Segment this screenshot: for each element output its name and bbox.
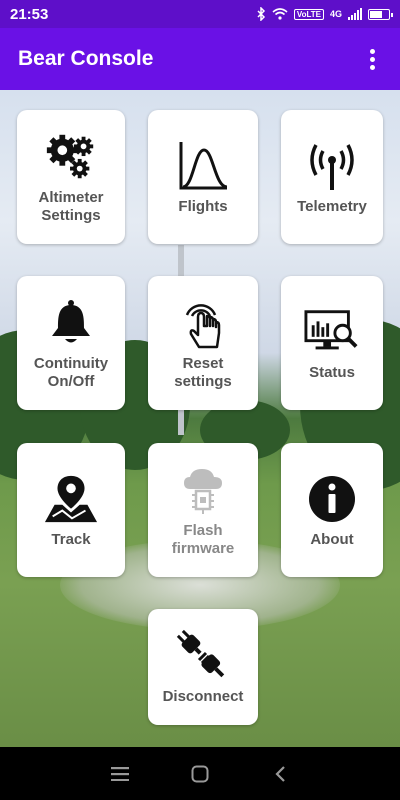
- cloud-chip-icon: [175, 462, 231, 518]
- status-icons: VoLTE 4G: [256, 7, 393, 21]
- signal-icon: [348, 8, 362, 20]
- network-type: 4G: [329, 9, 342, 19]
- telemetry-button[interactable]: Telemetry: [281, 110, 383, 244]
- info-icon: [304, 471, 360, 527]
- flights-button[interactable]: Flights: [148, 110, 258, 244]
- tile-label: Telemetry: [297, 198, 367, 215]
- app-title: Bear Console: [18, 47, 154, 70]
- gears-icon: [43, 129, 99, 185]
- tile-label: Status: [309, 364, 355, 381]
- antenna-icon: [304, 138, 360, 194]
- plug-disconnect-icon: [175, 628, 231, 684]
- tile-label: Altimeter Settings: [38, 189, 104, 224]
- bluetooth-icon: [257, 7, 265, 21]
- tile-label: About: [310, 531, 354, 548]
- more-vertical-icon[interactable]: [362, 44, 382, 74]
- touch-hand-icon: [175, 295, 231, 351]
- about-button[interactable]: About: [281, 443, 383, 577]
- tile-label: Continuity On/Off: [33, 355, 109, 390]
- bell-icon: [43, 295, 99, 351]
- status-bar: 21:53 VoLTE 4G: [0, 0, 400, 28]
- status-button[interactable]: Status: [281, 276, 383, 410]
- volte-badge: VoLTE: [293, 8, 324, 20]
- back-icon[interactable]: [265, 759, 295, 789]
- wifi-icon: [272, 8, 288, 20]
- home-icon[interactable]: [185, 759, 215, 789]
- altimeter-settings-button[interactable]: Altimeter Settings: [17, 110, 125, 244]
- flash-firmware-button[interactable]: Flash firmware: [148, 443, 258, 577]
- map-pin-icon: [43, 471, 99, 527]
- track-button[interactable]: Track: [17, 443, 125, 577]
- system-nav-bar: [0, 747, 400, 800]
- bell-curve-chart-icon: [175, 138, 231, 194]
- continuity-toggle-button[interactable]: Continuity On/Off: [17, 276, 125, 410]
- tile-label: Flash firmware: [171, 522, 235, 557]
- monitor-search-icon: [304, 304, 360, 360]
- app-bar: Bear Console: [0, 28, 400, 90]
- reset-settings-button[interactable]: Reset settings: [148, 276, 258, 410]
- tile-label: Disconnect: [162, 688, 244, 705]
- tile-label: Track: [51, 531, 91, 548]
- tile-label: Flights: [178, 198, 228, 215]
- disconnect-button[interactable]: Disconnect: [148, 609, 258, 725]
- menu-icon[interactable]: [105, 759, 135, 789]
- status-time: 21:53: [10, 5, 49, 23]
- main-content: Altimeter Settings Flights Telemetry Con…: [0, 90, 400, 747]
- tile-label: Reset settings: [174, 355, 232, 390]
- battery-icon: [368, 8, 393, 20]
